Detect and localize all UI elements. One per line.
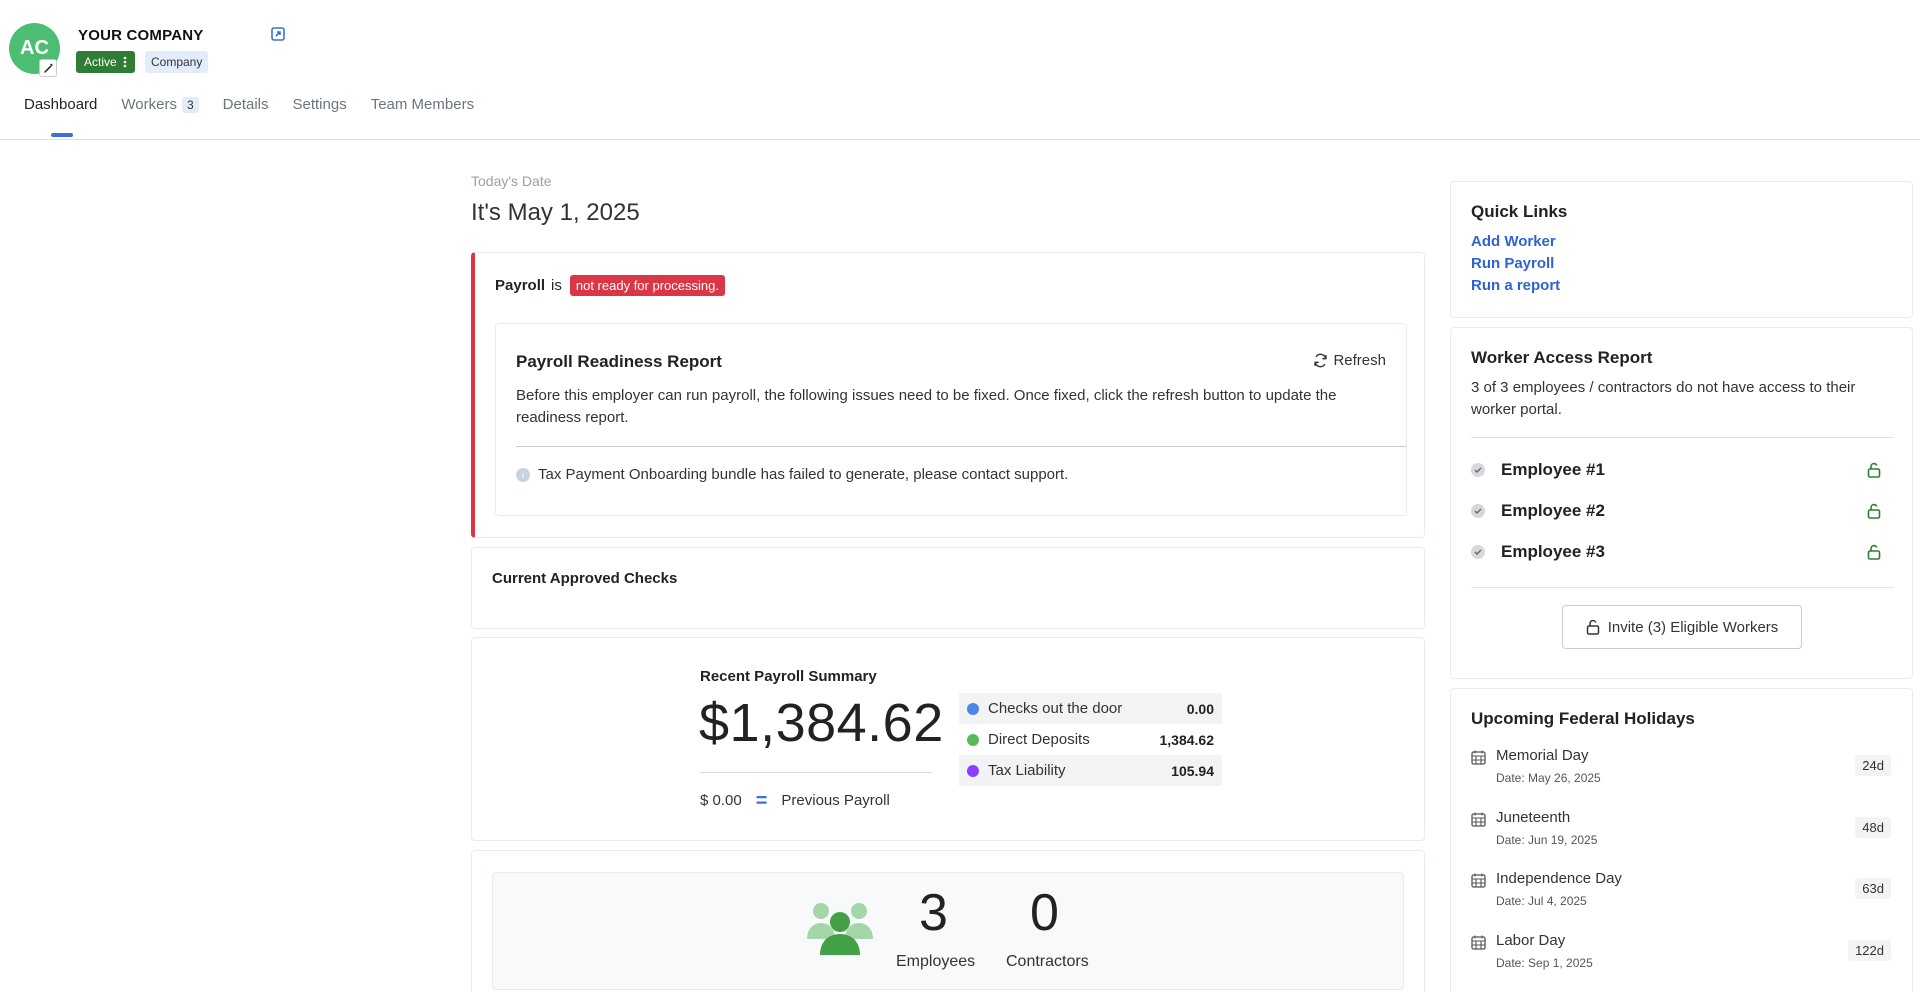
invite-workers-button[interactable]: Invite (3) Eligible Workers — [1562, 605, 1802, 649]
company-name: YOUR COMPANY — [78, 27, 204, 44]
check-icon — [1471, 545, 1485, 559]
holiday-row: Juneteenth Date: Jun 19, 2025 48d — [1471, 809, 1891, 859]
tab-team-members[interactable]: Team Members — [371, 96, 474, 124]
status-label: Active — [84, 55, 117, 69]
payroll-connector: is — [551, 277, 562, 294]
summary-amount: $1,384.62 — [699, 693, 944, 753]
previous-payroll: $ 0.00 = Previous Payroll — [700, 789, 890, 812]
employee-row: Employee #3 — [1471, 539, 1881, 565]
pencil-icon[interactable] — [39, 59, 57, 77]
people-icon — [807, 903, 873, 955]
calendar-icon — [1471, 935, 1486, 950]
run-payroll-link[interactable]: Run Payroll — [1471, 255, 1554, 272]
divider — [700, 772, 932, 773]
refresh-button[interactable]: Refresh — [1313, 352, 1386, 369]
days-badge: 63d — [1855, 878, 1891, 899]
quick-links-card: Quick Links Add Worker Run Payroll Run a… — [1450, 181, 1913, 318]
legend-dot — [967, 733, 979, 746]
add-worker-link[interactable]: Add Worker — [1471, 233, 1556, 250]
summary-title: Recent Payroll Summary — [700, 668, 877, 685]
holiday-row: Memorial Day Date: May 26, 2025 24d — [1471, 747, 1891, 797]
payroll-status-badge: not ready for processing. — [569, 275, 725, 296]
divider — [1471, 437, 1894, 438]
workers-summary: 3 Employees 0 Contractors — [492, 872, 1404, 990]
check-icon — [1471, 463, 1485, 477]
employees-count: 3 — [919, 884, 948, 942]
unlock-icon — [1586, 619, 1599, 635]
unlock-icon[interactable] — [1867, 544, 1881, 560]
issue-text: Tax Payment Onboarding bundle has failed… — [538, 466, 1069, 483]
worker-access-title: Worker Access Report — [1471, 348, 1653, 367]
tab-details[interactable]: Details — [223, 96, 269, 124]
employees-label: Employees — [896, 953, 976, 970]
info-icon: i — [516, 467, 530, 482]
tab-dashboard[interactable]: Dashboard — [24, 96, 97, 137]
unlock-icon[interactable] — [1867, 503, 1881, 519]
payroll-breakdown: Checks out the door 0.00 Direct Deposits… — [959, 693, 1222, 786]
holiday-row: Labor Day Date: Sep 1, 2025 122d — [1471, 932, 1891, 982]
divider — [516, 446, 1406, 447]
employee-row: Employee #1 — [1471, 457, 1881, 483]
run-report-link[interactable]: Run a report — [1471, 277, 1560, 294]
holidays-title: Upcoming Federal Holidays — [1471, 709, 1695, 728]
issue-item: i Tax Payment Onboarding bundle has fail… — [516, 466, 1068, 483]
legend-dot — [967, 702, 979, 715]
today-label: Today's Date — [471, 173, 552, 189]
federal-holidays-card: Upcoming Federal Holidays Memorial Day D… — [1450, 688, 1913, 992]
employee-row: Employee #2 — [1471, 498, 1881, 524]
workers-count-badge: 3 — [181, 97, 199, 113]
payroll-label: Payroll — [495, 277, 546, 294]
worker-access-card: Worker Access Report 3 of 3 employees / … — [1450, 327, 1913, 679]
calendar-icon — [1471, 873, 1486, 888]
divider — [1471, 587, 1894, 588]
payroll-summary-card: Recent Payroll Summary $1,384.62 $ 0.00 … — [471, 637, 1425, 841]
readiness-description: Before this employer can run payroll, th… — [516, 387, 1337, 426]
readiness-report: Payroll Readiness Report Refresh Before … — [495, 323, 1407, 516]
unlock-icon[interactable] — [1867, 462, 1881, 478]
avatar-initials: AC — [20, 37, 49, 59]
breakdown-row: Checks out the door 0.00 — [959, 693, 1222, 724]
nav-tabs: Dashboard Workers 3 Details Settings Team… — [0, 96, 474, 140]
previous-label: Previous Payroll — [781, 792, 890, 809]
breakdown-row: Direct Deposits 1,384.62 — [959, 724, 1222, 755]
company-type-badge: Company — [145, 51, 209, 73]
quick-links-title: Quick Links — [1471, 202, 1568, 221]
workers-count-card: 3 Employees 0 Contractors — [471, 850, 1425, 992]
calendar-icon — [1471, 812, 1486, 827]
previous-amount: $ 0.00 — [700, 792, 742, 809]
approved-checks-title: Current Approved Checks — [492, 570, 678, 587]
worker-access-description: 3 of 3 employees / contractors do not ha… — [1471, 379, 1856, 418]
payroll-status-card: Payroll is not ready for processing. Pay… — [471, 252, 1425, 538]
calendar-icon — [1471, 750, 1486, 765]
company-header: AC YOUR COMPANY Active Company Dashboard… — [0, 0, 1920, 140]
approved-checks-card: Current Approved Checks — [471, 547, 1425, 629]
holiday-row: Independence Day Date: Jul 4, 2025 63d — [1471, 870, 1891, 920]
legend-dot — [967, 764, 979, 777]
days-badge: 48d — [1855, 817, 1891, 838]
contractors-count: 0 — [1030, 884, 1059, 942]
check-icon — [1471, 504, 1485, 518]
payroll-status-line: Payroll is not ready for processing. — [495, 275, 725, 296]
breakdown-row: Tax Liability 105.94 — [959, 755, 1222, 786]
tab-workers[interactable]: Workers 3 — [121, 96, 199, 124]
kebab-menu-icon — [123, 56, 126, 68]
equals-icon: = — [755, 789, 768, 812]
status-badge[interactable]: Active — [76, 51, 135, 73]
contractors-label: Contractors — [1006, 953, 1089, 970]
today-date: It's May 1, 2025 — [471, 199, 640, 226]
days-badge: 122d — [1848, 940, 1891, 961]
refresh-icon — [1314, 353, 1328, 368]
tab-settings[interactable]: Settings — [293, 96, 347, 124]
days-badge: 24d — [1855, 755, 1891, 776]
readiness-title: Payroll Readiness Report — [516, 352, 722, 371]
external-link-icon[interactable] — [271, 27, 285, 41]
